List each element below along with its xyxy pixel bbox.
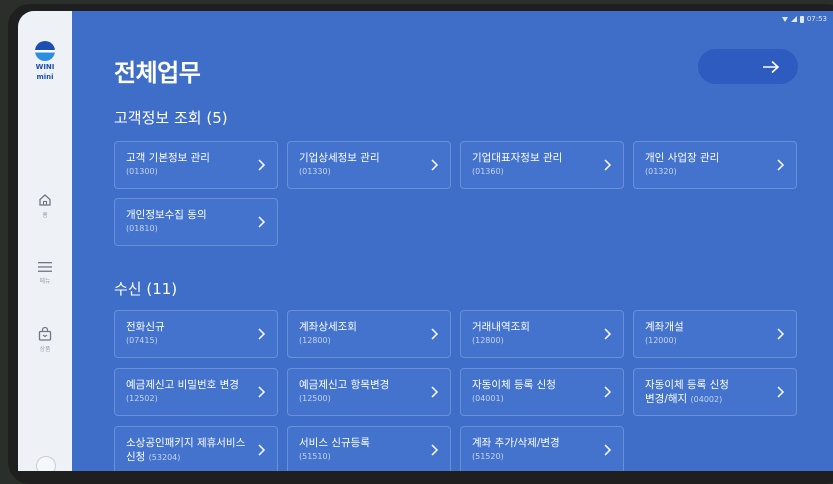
menu-card[interactable]: 개인정보수집 동의 (01810) — [114, 198, 278, 246]
wifi-icon — [781, 16, 788, 22]
chevron-right-icon — [258, 386, 266, 398]
card-code: (12500) — [299, 394, 331, 403]
chevron-right-icon — [258, 444, 266, 456]
card-name-line2-text: 신청 — [126, 451, 146, 463]
menu-card[interactable]: 예금제신고 비밀번호 변경 (12502) — [114, 368, 278, 416]
chevron-right-icon — [431, 328, 439, 340]
card-name: 개인 사업장 관리 — [645, 152, 720, 164]
menu-card[interactable]: 기업대표자정보 관리 (01360) — [460, 141, 624, 189]
card-name: 자동이체 등록 신청 — [472, 379, 556, 391]
card-code: (12502) — [126, 394, 158, 403]
logo-line1: WINI — [35, 63, 55, 71]
home-icon — [39, 194, 51, 206]
card-name-line2: 신청 (53204) — [126, 450, 267, 465]
chevron-right-icon — [604, 386, 612, 398]
card-name: 계좌 추가/삭제/변경 — [472, 437, 560, 449]
chevron-right-icon — [777, 159, 785, 171]
card-name: 거래내역조회 — [472, 321, 530, 333]
chevron-right-icon — [777, 386, 785, 398]
chevron-right-icon — [604, 444, 612, 456]
card-code: (01320) — [645, 167, 677, 176]
card-code: (04002) — [690, 395, 723, 404]
card-code: (01360) — [472, 167, 504, 176]
chevron-right-icon — [604, 159, 612, 171]
card-code: (12000) — [645, 336, 677, 345]
card-code: (12800) — [299, 336, 331, 345]
app-screen: WINI mini 홈 메뉴 상품 07:53 전체업무 고객정보 조회 (5)… — [18, 11, 833, 471]
chevron-right-icon — [604, 328, 612, 340]
card-name: 예금제신고 비밀번호 변경 — [126, 379, 239, 391]
card-name-line2: 변경/해지 (04002) — [645, 392, 786, 407]
card-name: 예금제신고 항목변경 — [299, 379, 390, 391]
menu-card[interactable]: 예금제신고 항목변경 (12500) — [287, 368, 451, 416]
card-name: 계좌상세조회 — [299, 321, 357, 333]
sidebar: WINI mini 홈 메뉴 상품 — [18, 11, 72, 471]
card-code: (53204) — [148, 453, 181, 462]
menu-card[interactable]: 자동이체 등록 신청 (04001) — [460, 368, 624, 416]
next-button[interactable] — [698, 49, 798, 84]
card-name: 소상공인패키지 제휴서비스 — [126, 437, 246, 449]
menu-card[interactable]: 계좌상세조회 (12800) — [287, 310, 451, 358]
card-name-line2-text: 변경/해지 — [645, 393, 688, 405]
sidebar-profile-button[interactable] — [36, 456, 56, 471]
arrow-right-icon — [763, 60, 780, 73]
battery-icon — [799, 15, 804, 23]
chevron-right-icon — [431, 159, 439, 171]
logo-mark-icon — [35, 41, 55, 61]
card-name: 기업대표자정보 관리 — [472, 152, 563, 164]
sidebar-item-label: 메뉴 — [39, 278, 51, 285]
card-code: (01330) — [299, 167, 331, 176]
card-name: 기업상세정보 관리 — [299, 152, 380, 164]
card-name: 개인정보수집 동의 — [126, 209, 207, 221]
sidebar-item-label: 상품 — [39, 346, 51, 353]
chevron-right-icon — [431, 444, 439, 456]
chevron-right-icon — [777, 328, 785, 340]
main-content: 07:53 전체업무 고객정보 조회 (5) 고객 기본정보 관리 (01300… — [72, 11, 833, 471]
card-name: 서비스 신규등록 — [299, 437, 370, 449]
menu-card[interactable]: 거래내역조회 (12800) — [460, 310, 624, 358]
section-title-deposit: 수신 (11) — [114, 280, 178, 298]
sidebar-item-label: 홈 — [42, 212, 48, 219]
menu-icon — [38, 262, 52, 272]
logo-line2: mini — [36, 73, 54, 81]
card-code: (12800) — [472, 336, 504, 345]
card-code: (04001) — [472, 394, 504, 403]
sidebar-item-home[interactable]: 홈 — [18, 193, 72, 219]
card-code: (01810) — [126, 224, 158, 233]
chevron-right-icon — [258, 216, 266, 228]
card-name: 계좌개설 — [645, 321, 684, 333]
card-name: 자동이체 등록 신청 — [645, 379, 729, 391]
card-name: 고객 기본정보 관리 — [126, 152, 210, 164]
sidebar-item-menu[interactable]: 메뉴 — [18, 261, 72, 285]
chevron-right-icon — [258, 159, 266, 171]
menu-card[interactable]: 개인 사업장 관리 (01320) — [633, 141, 797, 189]
section-title-customer: 고객정보 조회 (5) — [114, 109, 228, 127]
menu-card[interactable]: 기업상세정보 관리 (01330) — [287, 141, 451, 189]
card-code: (07415) — [126, 336, 158, 345]
chevron-right-icon — [258, 328, 266, 340]
chevron-right-icon — [431, 386, 439, 398]
menu-card[interactable]: 계좌개설 (12000) — [633, 310, 797, 358]
sidebar-item-products[interactable]: 상품 — [18, 327, 72, 353]
status-time: 07:53 — [806, 15, 827, 23]
menu-card[interactable]: 고객 기본정보 관리 (01300) — [114, 141, 278, 189]
card-code: (01300) — [126, 167, 158, 176]
app-logo[interactable]: WINI mini — [31, 41, 59, 81]
menu-card[interactable]: 자동이체 등록 신청 변경/해지 (04002) — [633, 368, 797, 416]
bag-icon — [38, 327, 52, 341]
menu-card[interactable]: 계좌 추가/삭제/변경 (51520) — [460, 426, 624, 471]
status-bar: 07:53 — [781, 15, 827, 23]
card-name: 전화신규 — [126, 321, 165, 333]
menu-card[interactable]: 서비스 신규등록 (51510) — [287, 426, 451, 471]
page-title: 전체업무 — [114, 59, 201, 87]
signal-icon — [790, 16, 797, 22]
menu-card[interactable]: 전화신규 (07415) — [114, 310, 278, 358]
menu-card[interactable]: 소상공인패키지 제휴서비스 신청 (53204) — [114, 426, 278, 471]
